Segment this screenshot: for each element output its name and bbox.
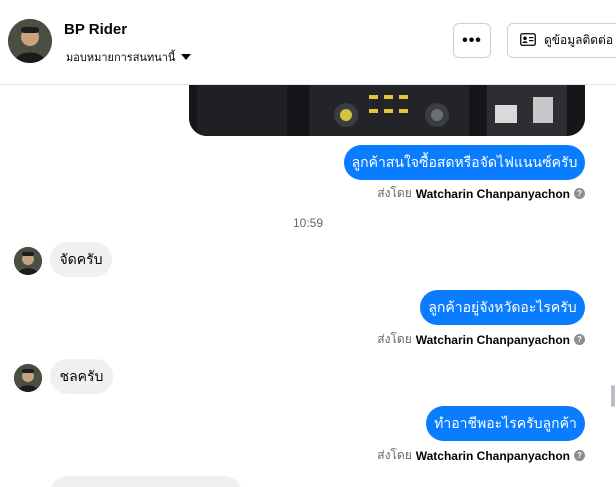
incoming-message[interactable] <box>50 476 242 487</box>
sender-name: Watcharin Chanpanyachon <box>415 186 570 201</box>
message-thread[interactable]: ลูกค้าสนใจซื้อสดหรือจัดไฟแนนซ์ครับ ส่งโด… <box>0 85 616 487</box>
more-dots-icon: ••• <box>462 31 482 49</box>
more-options-button[interactable]: ••• <box>453 23 491 58</box>
contact-card-icon <box>520 32 536 49</box>
message-text: จัดครับ <box>59 250 103 267</box>
message-text: ลูกค้าอยู่จังหวัดอะไรครับ <box>428 298 577 315</box>
message-text: ลูกค้าสนใจซื้อสดหรือจัดไฟแนนซ์ครับ <box>351 153 578 170</box>
assign-label: มอบหมายการสนทนานี้ <box>66 52 176 64</box>
contact-name[interactable]: BP Rider <box>64 21 127 38</box>
conversation-header: BP Rider มอบหมายการสนทนานี้ ••• ดูข้อมูล… <box>0 0 616 85</box>
sent-by-label: ส่งโดย Watcharin Chanpanyachon ? <box>377 446 585 465</box>
message-text: ทำอาชีพอะไรครับลูกค้า <box>434 414 577 431</box>
contact-avatar-small[interactable] <box>14 364 42 392</box>
sent-by-label: ส่งโดย Watcharin Chanpanyachon ? <box>377 330 585 349</box>
incoming-message[interactable]: จัดครับ <box>50 242 112 277</box>
car-interior-photo[interactable] <box>189 85 585 136</box>
view-contact-label: ดูข้อมูลติดต่อ <box>544 33 614 47</box>
outgoing-message[interactable]: ลูกค้าสนใจซื้อสดหรือจัดไฟแนนซ์ครับ <box>344 145 585 180</box>
scrollbar-thumb[interactable] <box>611 385 615 407</box>
sent-by-label: ส่งโดย Watcharin Chanpanyachon ? <box>377 184 585 203</box>
contact-avatar-small[interactable] <box>14 247 42 275</box>
contact-avatar[interactable] <box>8 19 52 63</box>
timestamp-divider: 10:59 <box>292 216 324 230</box>
view-contact-button[interactable]: ดูข้อมูลติดต่อ <box>507 23 616 58</box>
sent-by-prefix: ส่งโดย <box>377 448 412 462</box>
incoming-message[interactable]: ชลครับ <box>50 359 113 394</box>
assign-conversation-dropdown[interactable]: มอบหมายการสนทนานี้ <box>66 48 192 66</box>
sender-name: Watcharin Chanpanyachon <box>415 448 570 463</box>
question-icon[interactable]: ? <box>574 188 585 199</box>
sent-by-prefix: ส่งโดย <box>377 186 412 200</box>
outgoing-message[interactable]: ทำอาชีพอะไรครับลูกค้า <box>426 406 585 441</box>
outgoing-message[interactable]: ลูกค้าอยู่จังหวัดอะไรครับ <box>420 290 585 325</box>
sent-by-prefix: ส่งโดย <box>377 332 412 346</box>
question-icon[interactable]: ? <box>574 450 585 461</box>
question-icon[interactable]: ? <box>574 334 585 345</box>
message-text: ชลครับ <box>59 367 104 384</box>
caret-down-icon <box>181 54 192 60</box>
sender-name: Watcharin Chanpanyachon <box>415 332 570 347</box>
